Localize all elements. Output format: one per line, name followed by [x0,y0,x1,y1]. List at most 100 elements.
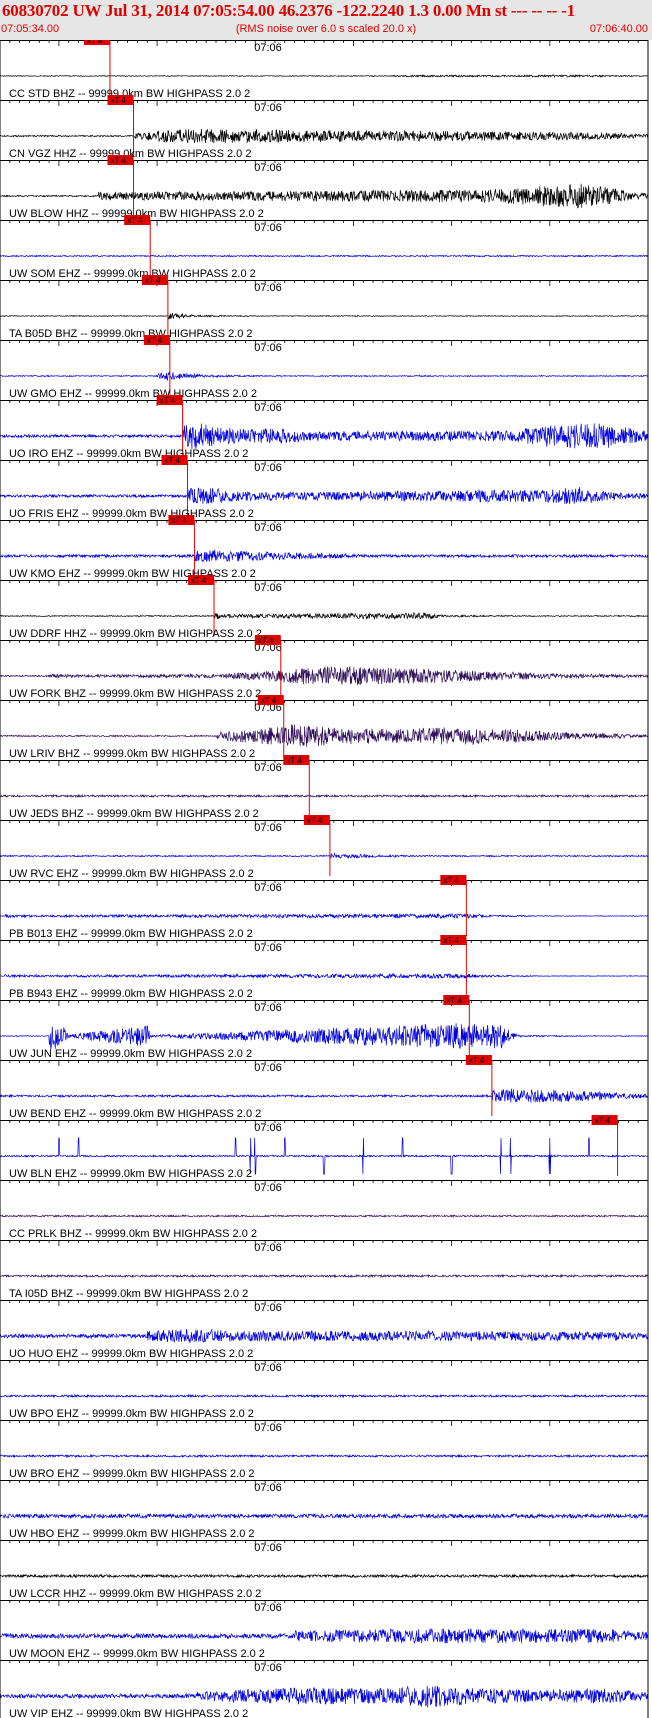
time-tick-label: 07:06 [254,1422,282,1434]
trace-22: 07:06 UW BPO EHZ -- 99999.0km BW HIGHPASS… [0,1360,649,1420]
waveform [0,1573,649,1579]
trace-19: 07:06 CC PRLK BHZ -- 99999.0km BW HIGHPAS… [0,1180,649,1240]
waveform [0,254,649,258]
pick-label: xT 4 [87,40,103,45]
station-label: UW LRIV BHZ -- 99999.0km BW HIGHPASS 2.0… [9,748,255,760]
time-tick-label: 07:06 [254,1362,282,1374]
time-tick-label: 07:06 [254,1302,282,1314]
trace-16: 07:06 xT 4 UW JUN EHZ -- 99999.0km BW HIGH… [0,995,649,1060]
time-tick-label: 07:06 [254,882,282,894]
trace-26: 07:06 UW MOON EHZ -- 99999.0km BW HIGHPAS… [0,1600,649,1660]
pick-label: xT 4 [469,1056,485,1065]
time-tick-label: 07:06 [254,1062,282,1074]
trace-11: 07:06xT 4UW LRIV BHZ -- 99999.0km BW HIG… [0,695,649,760]
waveform [0,183,649,209]
time-tick-label: 07:06 [254,1002,282,1014]
trace-23: 07:06 UW BRO EHZ -- 99999.0km BW HIGHPASS… [0,1420,649,1480]
pick-label: xT 4 [446,996,462,1005]
trace-7: 07:06 xT 4 UO FRIS EHZ -- 99999.0km BW HIG… [0,455,649,520]
time-tick-label: 07:06 [254,162,282,174]
waveform [0,1023,649,1050]
waveform [0,1453,649,1459]
event-title: 60830702 UW Jul 31, 2014 07:05:54.00 46.… [2,1,576,20]
trace-12: 07:06 xT 4 UW JEDS BHZ -- 99999.0km BW HIG… [0,755,649,820]
time-tick-label: 07:06 [254,462,282,474]
trace-14: 07:06 xT 4 PB B013 EHZ -- 99999.0km BW HIG… [0,875,649,940]
station-label: UW JEDS BHZ -- 99999.0km BW HIGHPASS 2.0… [9,808,259,820]
time-tick-label: 07:06 [254,1482,282,1494]
station-label: UO IRO EHZ -- 99999.0km BW HIGHPASS 2.0 … [9,448,248,460]
time-tick-label: 07:06 [254,522,282,534]
station-label: UW BEND EHZ -- 99999.0km BW HIGHPASS 2.0… [9,1108,261,1120]
trace-13: 07:06 xT 4 UW RVC EHZ -- 99999.0km BW HIGH… [0,815,649,880]
station-label: UW MOON EHZ -- 99999.0km BW HIGHPASS 2.0… [9,1648,265,1660]
waveform [0,371,649,381]
waveform [0,852,649,859]
time-tick-label: 07:06 [254,1242,282,1254]
waveform [0,128,649,144]
pick-label: xT 4 [165,456,181,465]
station-label: UW LCCR HHZ -- 99999.0km BW HIGHPASS 2.0… [9,1588,261,1600]
station-label: UW KMO EHZ -- 99999.0km BW HIGHPASS 2.0 … [9,568,256,580]
time-tick-label: 07:06 [254,1182,282,1194]
trace-20: 07:06 TA I05D BHZ -- 99999.0km BW HIGHPAS… [0,1240,649,1300]
waveform [0,724,649,748]
pick-label: xT 4 [111,156,127,165]
seismogram-plot: 07:06xT 4CC STD BHZ -- 99999.0km BW HIGH… [0,40,649,1718]
waveform [0,423,649,450]
trace-27: 07:06 UW VIP EHZ -- 99999.0km BW HIGHPASS… [0,1660,649,1718]
waveform [0,1273,649,1279]
waveform [0,1627,649,1645]
time-tick-label: 07:06 [254,402,282,414]
time-tick-label: 07:06 [254,762,282,774]
waveform [0,1214,649,1218]
waveform [0,1512,649,1520]
time-tick-label: 07:06 [254,342,282,354]
station-label: CC PRLK BHZ -- 99999.0km BW HIGHPASS 2.0… [9,1228,257,1240]
waveform [0,1685,649,1708]
time-tick-label: 07:06 [254,1662,282,1674]
station-label: UW DDRF HHZ -- 99999.0km BW HIGHPASS 2.0… [9,628,262,640]
waveform [0,912,649,920]
waveform [0,612,648,620]
pick-label: xT 4 [443,876,459,885]
time-tick-label: 07:06 [254,822,282,834]
trace-17: 07:06 xT 4 UW BEND EHZ -- 99999.0km BW HIG… [0,1055,649,1120]
event-header: 60830702 UW Jul 31, 2014 07:05:54.00 46.… [0,0,652,40]
trace-18: 07:06 xT 4 UW BLN EHZ -- 99999.0km BW HIGH… [0,1115,649,1180]
pick-label: xT 4 [111,96,127,105]
pick-label: xT 4 [258,636,274,645]
waveform [0,665,649,685]
station-label: PB B013 EHZ -- 99999.0km BW HIGHPASS 2.0… [9,928,253,940]
station-label: UW BRO EHZ -- 99999.0km BW HIGHPASS 2.0 … [9,1468,255,1480]
pick-label: xT 4 [261,696,277,705]
pick-label: xT 4 [286,756,302,765]
pick-label: xT 4 [127,216,143,225]
trace-15: 07:06 xT 4 PB B943 EHZ -- 99999.0km BW HIG… [0,935,649,1000]
time-tick-label: 07:06 [254,942,282,954]
end-time: 07:06:40.00 [589,23,648,35]
station-label: UO FRIS EHZ -- 99999.0km BW HIGHPASS 2.0… [9,508,254,520]
rms-subtitle: (RMS noise over 6.0 s scaled 20.0 x) [235,23,417,35]
waveform [0,312,649,320]
trace-4: 07:06 xT 4 TA B05D BHZ -- 99999.0km BW HIG… [0,275,649,340]
trace-9: 07:06 xT 4 UW DDRF HHZ -- 99999.0km BW HIG… [0,575,649,640]
pick-label: xT 4 [171,516,187,525]
time-tick-label: 07:06 [254,582,282,594]
trace-5: 07:06 xT 4 UW GMO EHZ -- 99999.0km BW HIGH… [0,335,649,400]
pick-label: xT 4 [307,816,323,825]
pick-label: xT 4 [145,276,161,285]
pick-label: xT 4 [147,336,163,345]
time-tick-label: 07:06 [254,1542,282,1554]
trace-1: 07:06xT 4CN VGZ HHZ -- 99999.0km BW HIGH… [0,95,649,160]
time-tick-label: 07:06 [254,102,282,114]
time-tick-label: 07:06 [254,1122,282,1134]
pick-label: xT 4 [443,936,459,945]
trace-10: 07:06xT 4UW FORK BHZ -- 99999.0km BW HIG… [0,635,649,700]
waveform [0,486,649,505]
waveform [0,73,649,79]
time-tick-label: 07:06 [254,222,282,234]
station-label: TA I05D BHZ -- 99999.0km BW HIGHPASS 2.0… [9,1288,248,1300]
trace-3: 07:06 xT 4 UW SOM EHZ -- 99999.0km BW HIGH… [0,215,649,280]
pick-label: xT 4 [595,1116,611,1125]
